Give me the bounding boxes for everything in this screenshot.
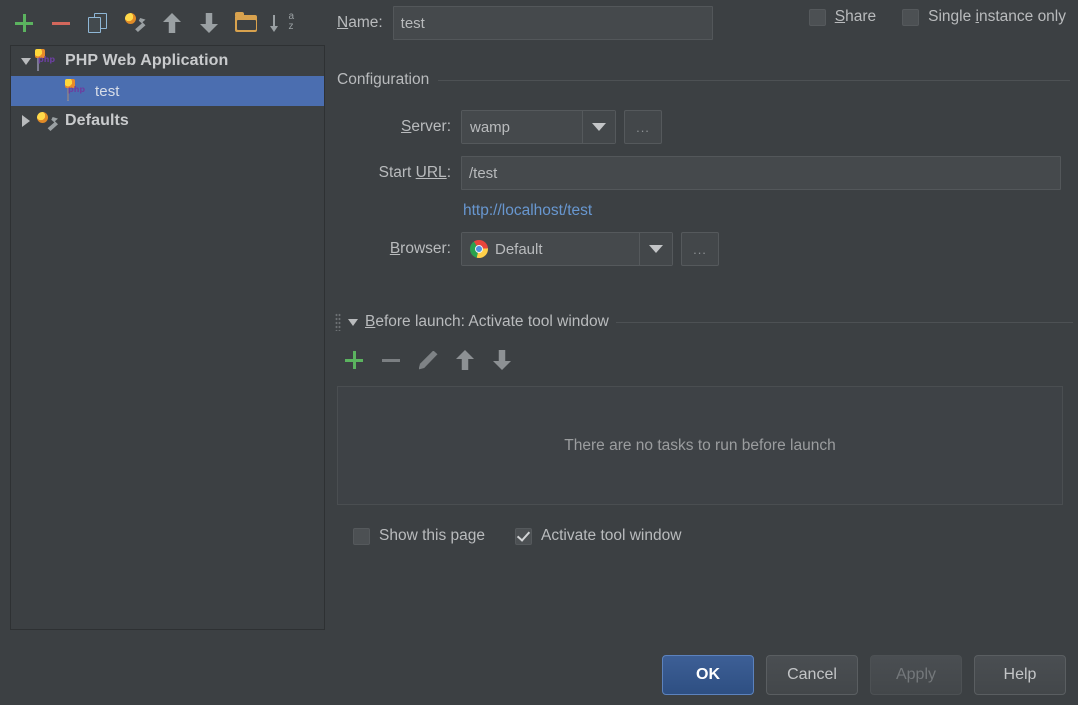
resolved-url-link[interactable]: http://localhost/test [463,202,592,220]
tree-node-label: Defaults [65,112,129,129]
tree-node-test[interactable]: test [11,76,324,106]
pencil-icon [418,350,438,370]
share-checkbox[interactable]: Share [808,8,877,26]
move-task-up-button [451,346,479,374]
ok-button[interactable]: OK [662,655,754,695]
create-folder-button[interactable] [232,9,260,37]
before-launch-task-list[interactable]: There are no tasks to run before launch [337,386,1063,505]
browser-value-wrap: Default [462,233,639,265]
show-this-page-checkbox[interactable]: Show this page [353,527,485,545]
add-configuration-button[interactable] [10,9,38,37]
sort-configurations-button[interactable]: az [269,9,297,37]
tree-node-php-web-application[interactable]: PHP Web Application [11,46,324,76]
server-browse-button[interactable]: ... [624,110,662,144]
browser-row: Browser: Default ... [337,232,719,266]
configurations-tree[interactable]: PHP Web Application test Defaults [10,45,325,630]
before-launch-header[interactable]: Before launch: Activate tool window [335,313,1073,331]
sort-az-icon: az [270,11,294,34]
php-icon [67,80,89,102]
single-instance-only-label: Single instance only [928,8,1066,25]
browser-label: Browser: [389,240,451,257]
checkbox-box[interactable] [515,527,532,545]
before-launch-toolbar [340,346,516,374]
remove-configuration-button[interactable] [47,9,75,37]
drag-handle-icon[interactable] [335,313,341,331]
dialog-buttons: OK Cancel Apply Help [662,655,1066,695]
chevron-down-icon[interactable] [639,233,672,265]
help-button[interactable]: Help [974,655,1066,695]
gear-bulb-icon [124,13,146,33]
configurations-panel: az PHP Web Application test [0,0,330,705]
group-separator [615,321,1073,323]
before-launch-empty-text: There are no tasks to run before launch [564,436,836,454]
arrow-down-icon [200,13,218,33]
show-this-page-label: Show this page [379,527,485,544]
configurations-toolbar: az [10,6,297,40]
expand-collapse-icon[interactable] [15,106,37,136]
arrow-up-icon [456,350,474,370]
plus-icon [14,13,34,33]
add-task-button[interactable] [340,346,368,374]
configuration-editor-panel: Name: Share Single instance only Configu… [330,0,1078,705]
activate-tool-window-label: Activate tool window [541,527,682,544]
gear-bulb-icon [37,110,59,132]
collapse-triangle-icon[interactable] [348,318,358,326]
move-task-down-button [488,346,516,374]
browser-value: Default [495,240,543,258]
arrow-up-icon [163,13,181,33]
browser-browse-button[interactable]: ... [681,232,719,266]
start-url-label: Start URL: [378,164,451,181]
run-debug-configurations-dialog: az PHP Web Application test [0,0,1078,705]
edit-task-button [414,346,442,374]
before-launch-title: Before launch: Activate tool window [365,313,609,330]
php-icon [37,50,59,72]
checkbox-box[interactable] [902,8,920,26]
browser-combobox[interactable]: Default [461,232,673,266]
chrome-icon [470,240,488,258]
server-value: wamp [462,111,582,143]
configuration-group-title: Configuration [337,71,430,88]
checkbox-box[interactable] [353,527,370,545]
group-separator [438,79,1070,81]
chevron-down-icon[interactable] [582,111,615,143]
start-url-row: Start URL: [337,156,1061,190]
checkbox-box[interactable] [808,8,826,26]
start-url-input[interactable] [461,156,1061,190]
name-row-options: Share Single instance only [808,8,1066,26]
server-combobox[interactable]: wamp [461,110,616,144]
move-up-button[interactable] [158,9,186,37]
server-label: Server: [401,118,451,135]
tree-node-label: PHP Web Application [65,52,229,69]
expand-collapse-icon[interactable] [15,46,37,76]
copy-configuration-button[interactable] [84,9,112,37]
tree-node-defaults[interactable]: Defaults [11,106,324,136]
name-label: Name: [337,14,383,31]
share-label: Share [834,8,877,25]
remove-task-button [377,346,405,374]
minus-icon [381,350,401,370]
copy-icon [88,12,108,34]
name-row: Name: [337,6,713,40]
name-input[interactable] [392,6,713,40]
activate-tool-window-checkbox[interactable]: Activate tool window [515,527,681,545]
minus-icon [51,13,71,33]
folder-icon [235,12,257,32]
edit-defaults-button[interactable] [121,9,149,37]
arrow-down-icon [493,350,511,370]
server-row: Server: wamp ... [337,110,662,144]
apply-button: Apply [870,655,962,695]
configuration-group-header: Configuration [337,71,1070,89]
tree-node-label: test [95,82,120,100]
plus-icon [344,350,364,370]
cancel-button[interactable]: Cancel [766,655,858,695]
before-launch-options: Show this page Activate tool window [353,527,681,545]
single-instance-only-checkbox[interactable]: Single instance only [902,8,1066,26]
move-down-button[interactable] [195,9,223,37]
